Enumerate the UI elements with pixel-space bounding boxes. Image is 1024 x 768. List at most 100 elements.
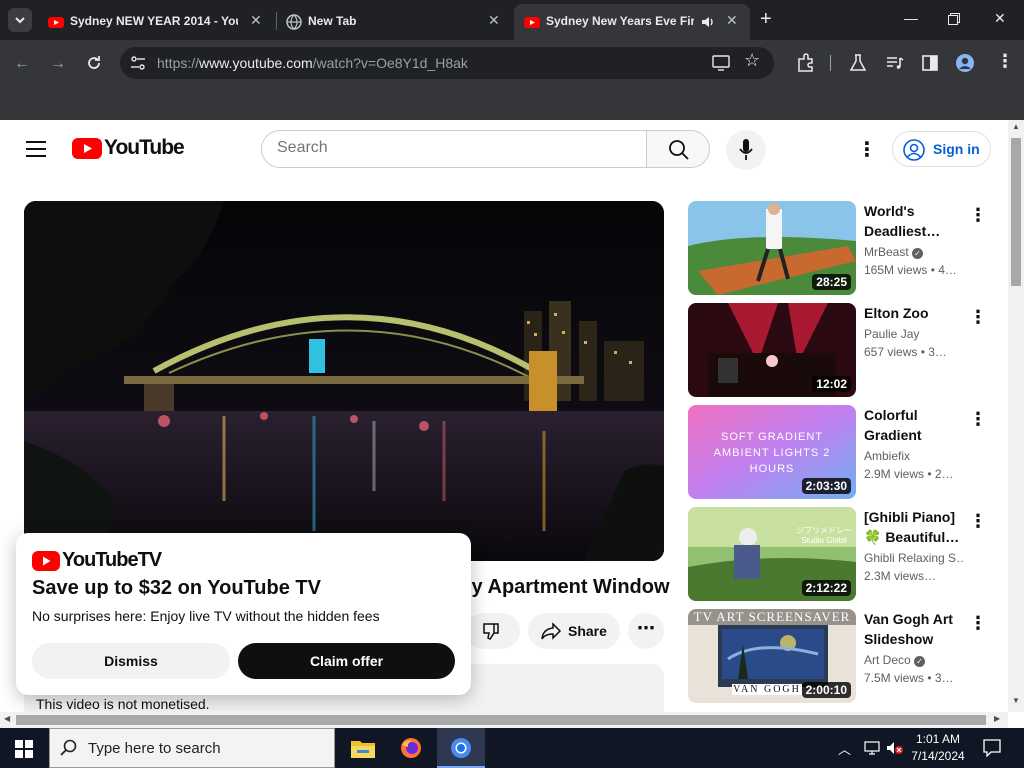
channel-name[interactable]: Ambiefix (864, 449, 910, 463)
scroll-left-arrow-icon[interactable]: ◀ (4, 714, 10, 723)
claim-offer-button[interactable]: Claim offer (238, 643, 455, 679)
search-icon (60, 739, 77, 756)
more-vertical-icon[interactable]: ⋮ (969, 511, 987, 531)
minimize-button[interactable]: — (904, 10, 918, 26)
close-tab-icon[interactable]: ✕ (250, 12, 262, 29)
vertical-scroll-thumb[interactable] (1011, 138, 1021, 286)
show-hidden-icons-chevron-icon[interactable]: ︿ (838, 739, 851, 758)
more-vertical-icon[interactable]: ⋮ (969, 205, 987, 225)
video-title[interactable]: Colorful Gradient Wav… (864, 405, 962, 445)
youtube-favicon-icon (48, 17, 64, 28)
more-vertical-icon[interactable]: ⋮ (969, 409, 987, 429)
windows-start-icon[interactable] (15, 740, 33, 758)
dismiss-button[interactable]: Dismiss (32, 643, 230, 679)
extensions-icon[interactable] (796, 53, 816, 73)
restore-button[interactable] (948, 13, 960, 25)
more-vertical-icon[interactable]: ⋮ (969, 613, 987, 633)
clock[interactable]: 1:01 AM 7/14/2024 (906, 731, 970, 765)
site-info-icon[interactable] (130, 56, 146, 70)
tab-new-tab[interactable]: New Tab ✕ (276, 4, 512, 40)
share-button[interactable]: Share (528, 613, 620, 649)
install-app-icon[interactable] (712, 55, 730, 71)
video-title[interactable]: Van Gogh Art Slideshow for… (864, 609, 962, 649)
youtube-tv-promo-dialog: YouTubeTV Save up to $32 on YouTube TV N… (16, 533, 471, 695)
speaker-audio-icon[interactable] (700, 14, 716, 30)
youtube-favicon-icon (524, 17, 540, 28)
list-item[interactable]: SOFT GRADIENT AMBIENT LIGHTS 2 HOURS 2:0… (688, 405, 1008, 499)
network-icon[interactable] (864, 741, 880, 755)
channel-name[interactable]: Art Deco ✓ (864, 653, 926, 667)
vertical-scrollbar[interactable]: ▲ ▼ (1008, 120, 1024, 712)
youtube-play-logo-icon (72, 138, 102, 159)
labs-flask-icon[interactable] (848, 53, 868, 73)
scroll-down-arrow-icon[interactable]: ▼ (1012, 696, 1020, 705)
toolbar-divider (830, 55, 831, 71)
channel-name[interactable]: Ghibli Relaxing S… (864, 551, 964, 565)
list-item[interactable]: TV ART SCREENSAVER VAN GOGH 2:00:10 Van … (688, 609, 1008, 703)
video-title[interactable]: [Ghibli Piano] 🍀 Beautiful… (864, 507, 962, 547)
video-meta: 7.5M views • 3… (864, 671, 954, 685)
browser-menu-icon[interactable]: ⋮ (996, 51, 1014, 72)
notifications-icon[interactable] (983, 739, 1001, 757)
tab-sydney-fireworks[interactable]: Sydney New Years Eve Fire ✕ (514, 4, 750, 40)
video-meta: 657 views • 3… (864, 345, 947, 359)
dislike-button[interactable] (466, 613, 520, 649)
list-item[interactable]: 28:25 World's Deadliest… MrBeast ✓ 165M … (688, 201, 1008, 295)
video-thumbnail[interactable]: ジブリメドレー Studio Ghibli 2:12:22 (688, 507, 856, 601)
channel-name[interactable]: MrBeast ✓ (864, 245, 924, 259)
file-explorer-icon[interactable] (351, 738, 375, 758)
youtube-play-logo-icon (32, 551, 60, 571)
video-duration: 2:03:30 (801, 478, 851, 494)
video-player[interactable] (24, 201, 664, 561)
voice-search-button[interactable] (726, 130, 766, 170)
forward-button[interactable]: → (48, 54, 68, 74)
volume-muted-icon[interactable] (886, 741, 904, 755)
new-tab-button[interactable]: + (760, 8, 772, 31)
microphone-icon (739, 139, 753, 160)
channel-name[interactable]: Paulie Jay (864, 327, 919, 341)
thumbnail-caption: ジブリメドレー Studio Ghibli (796, 526, 852, 545)
thumbs-down-icon (483, 623, 499, 640)
taskbar-search-box[interactable]: Type here to search (49, 728, 335, 768)
bookmark-star-icon[interactable]: ☆ (744, 50, 760, 71)
scroll-right-arrow-icon[interactable]: ▶ (994, 714, 1000, 723)
horizontal-scroll-thumb[interactable] (16, 715, 986, 725)
chrome-taskbar-button[interactable] (437, 728, 485, 768)
verified-badge-icon: ✓ (914, 656, 926, 667)
close-window-button[interactable]: ✕ (994, 10, 1006, 27)
more-actions-button[interactable]: ⋯ (628, 613, 664, 649)
search-button[interactable] (646, 130, 710, 168)
tab-list-button[interactable] (8, 8, 32, 32)
video-title[interactable]: World's Deadliest… (864, 201, 962, 241)
video-thumbnail[interactable]: SOFT GRADIENT AMBIENT LIGHTS 2 HOURS 2:0… (688, 405, 856, 499)
taskbar-search-placeholder: Type here to search (88, 740, 221, 757)
search-input[interactable] (277, 139, 617, 157)
back-button[interactable]: ← (12, 54, 32, 74)
scroll-up-arrow-icon[interactable]: ▲ (1012, 122, 1020, 131)
tab-title: New Tab (308, 14, 357, 28)
video-thumbnail[interactable]: TV ART SCREENSAVER VAN GOGH 2:00:10 (688, 609, 856, 703)
video-thumbnail[interactable]: 28:25 (688, 201, 856, 295)
more-vertical-icon[interactable]: ⋮ (969, 307, 987, 327)
reload-icon[interactable] (85, 54, 103, 72)
hamburger-menu-icon[interactable] (26, 140, 46, 158)
horizontal-scrollbar[interactable]: ◀ ▶ (0, 712, 1008, 728)
firefox-icon[interactable] (400, 737, 422, 759)
video-thumbnail[interactable]: 12:02 (688, 303, 856, 397)
search-icon (669, 140, 689, 160)
address-bar[interactable]: https://www.youtube.com/watch?v=Oe8Y1d_H… (120, 47, 774, 79)
media-controls-icon[interactable] (885, 53, 905, 73)
search-box[interactable] (261, 130, 647, 168)
side-panel-icon[interactable] (920, 53, 940, 73)
close-tab-icon[interactable]: ✕ (726, 12, 738, 29)
promo-subtext: No surprises here: Enjoy live TV without… (32, 608, 380, 624)
list-item[interactable]: ジブリメドレー Studio Ghibli 2:12:22 [Ghibli Pi… (688, 507, 1008, 601)
close-tab-icon[interactable]: ✕ (488, 12, 500, 29)
youtube-logo[interactable]: YouTube (72, 136, 185, 162)
sign-in-button[interactable]: Sign in (892, 131, 991, 167)
more-horizontal-icon: ⋯ (637, 618, 655, 638)
list-item[interactable]: 12:02 Elton Zoo Paulie Jay 657 views • 3… (688, 303, 1008, 397)
tab-sydney-2014[interactable]: Sydney NEW YEAR 2014 - YouT ✕ (38, 4, 274, 40)
profile-avatar-icon[interactable] (955, 53, 975, 73)
settings-more-icon[interactable]: ⋮ (857, 137, 877, 162)
